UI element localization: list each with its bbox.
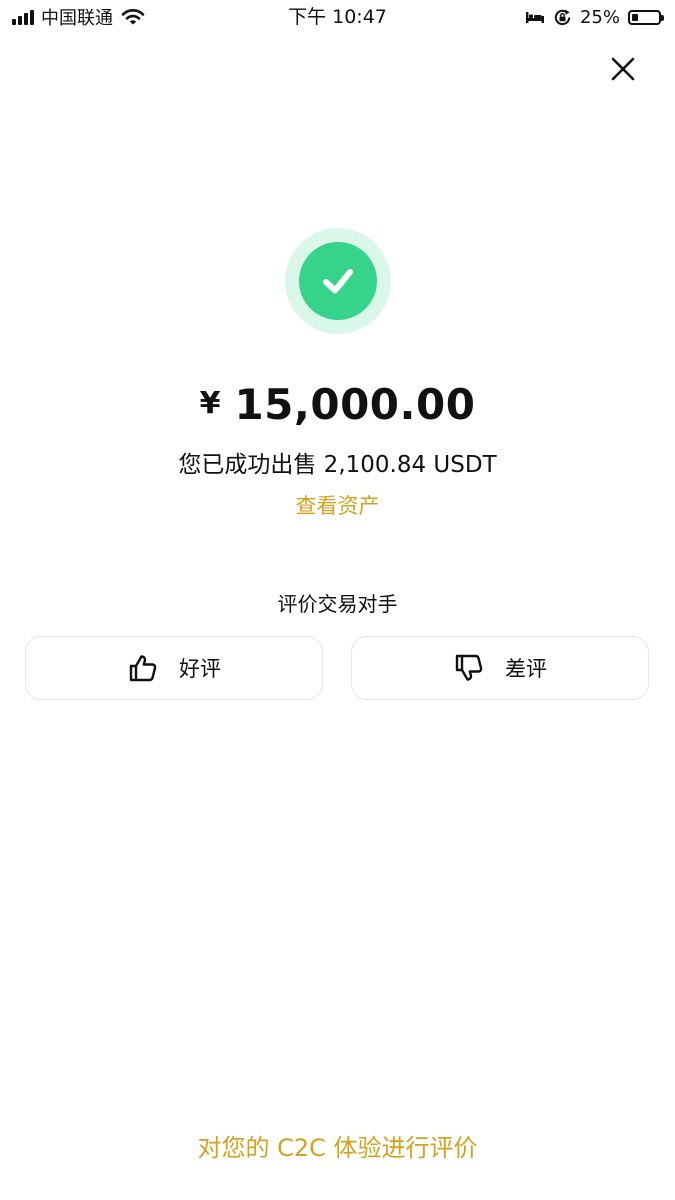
check-icon: [323, 269, 353, 294]
battery-level: [632, 13, 638, 21]
status-bar: 中国联通 下午 10:47 25%: [0, 0, 675, 34]
thumbs-up-icon: [129, 655, 157, 682]
battery-percent: 25%: [579, 6, 620, 28]
amount-value: 15,000.00: [234, 380, 476, 429]
positive-review-button[interactable]: 好评: [25, 636, 323, 700]
view-assets-link[interactable]: 查看资产: [0, 490, 675, 520]
rating-title: 评价交易对手: [277, 592, 398, 616]
thumbs-down-icon: [455, 654, 483, 681]
status-bar-right: 25%: [525, 5, 664, 29]
negative-review-label: 差评: [505, 657, 547, 681]
close-icon: [611, 57, 635, 81]
currency-symbol: ¥: [199, 386, 221, 421]
negative-review-button[interactable]: 差评: [351, 636, 649, 700]
rotation-lock-icon: [554, 9, 571, 25]
battery-icon: [628, 9, 664, 25]
close-button[interactable]: [606, 52, 640, 86]
amount-display: ¥15,000.00: [0, 380, 675, 429]
positive-review-label: 好评: [179, 657, 221, 681]
success-badge: [299, 242, 377, 320]
bed-icon: [525, 12, 544, 23]
sold-summary: 您已成功出售 2,100.84 USDT: [178, 452, 497, 478]
c2c-feedback-link[interactable]: 对您的 C2C 体验进行评价: [0, 1128, 675, 1163]
